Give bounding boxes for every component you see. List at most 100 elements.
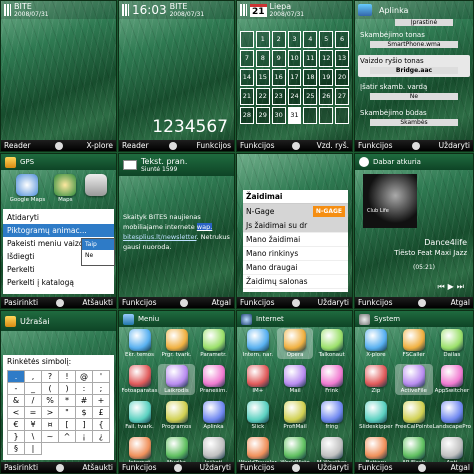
app-appswitcher[interactable]: AppSwitcher — [433, 364, 471, 395]
app-prane-im[interactable]: Pranešim. — [195, 364, 232, 395]
symbol-cell[interactable]: [ — [59, 419, 76, 431]
app-slideskipper[interactable]: Slideskipper — [357, 400, 395, 431]
menu-item[interactable]: Atidaryti — [3, 211, 114, 224]
app-frink[interactable]: Frink — [313, 364, 350, 395]
symbol-cell[interactable]: - — [8, 383, 25, 395]
symbol-cell[interactable]: § — [8, 443, 25, 455]
calendar-day[interactable]: 20 — [335, 69, 349, 86]
setting-item[interactable]: Vaizdo ryšio tonas Bridge.aac — [358, 55, 470, 77]
calendar-day[interactable]: 26 — [319, 88, 334, 105]
calendar-day[interactable]: 29 — [255, 107, 270, 124]
symbol-cell[interactable]: { — [93, 419, 110, 431]
app-aplinka[interactable]: Aplinka — [195, 400, 232, 431]
app-mail[interactable]: Mail — [277, 364, 314, 395]
app-parametr[interactable]: Parametr. — [195, 328, 232, 359]
symbol-cell[interactable]: \ — [25, 431, 42, 443]
calendar-day[interactable]: 9 — [271, 50, 286, 67]
calendar-day[interactable]: 28 — [240, 107, 254, 124]
menu-key-icon[interactable] — [417, 298, 426, 307]
symbol-cell[interactable]: ( — [42, 383, 59, 395]
symbol-cell[interactable]: ] — [76, 419, 93, 431]
setting-item[interactable]: Įšatir skamb. vardą Ne — [358, 81, 470, 103]
symbol-cell[interactable]: * — [59, 395, 76, 407]
right-softkey[interactable]: Vzd. ryš. — [317, 141, 349, 150]
symbol-cell[interactable]: + — [93, 395, 110, 407]
right-softkey[interactable]: Funkcijos — [196, 141, 231, 150]
symbol-cell[interactable]: @ — [76, 371, 93, 383]
left-softkey[interactable]: Funkcijos — [240, 141, 275, 150]
symbol-cell[interactable]: ¡ — [76, 431, 93, 443]
next-icon[interactable]: ⏭ — [457, 282, 467, 291]
app-activefile[interactable]: ActiveFile — [394, 364, 433, 395]
app-freecalpointe[interactable]: FreeCalPointe — [395, 400, 433, 431]
symbol-cell[interactable]: $ — [76, 407, 93, 419]
right-softkey[interactable]: Uždaryti — [439, 141, 470, 150]
cancel-softkey[interactable]: Atšaukti — [82, 463, 113, 472]
app-profimail[interactable]: ProfiMail — [277, 400, 314, 431]
symbol-cell[interactable]: > — [42, 407, 59, 419]
symbol-cell[interactable]: # — [76, 395, 93, 407]
app-opera[interactable]: Opera — [276, 328, 314, 359]
symbol-cell[interactable]: € — [8, 419, 25, 431]
select-softkey[interactable]: Pasirinkti — [4, 463, 38, 472]
menu-item[interactable]: Piktogramų animac... — [3, 224, 114, 237]
message-link[interactable]: wap. — [196, 223, 213, 231]
setting-item[interactable]: Skambėjimo būdas Skambės — [358, 107, 470, 129]
left-softkey[interactable]: Funkcijos — [122, 298, 157, 307]
setting-item[interactable]: Skambėjimo tonas SmartPhone.wma — [358, 29, 470, 51]
app-laikrodis[interactable]: Laikrodis — [158, 364, 195, 395]
calendar-day[interactable]: 12 — [319, 50, 334, 67]
calendar-day[interactable]: 19 — [319, 69, 334, 86]
calendar-day[interactable]: 8 — [255, 50, 270, 67]
calendar-day[interactable]: 30 — [271, 107, 286, 124]
menu-key-icon[interactable] — [54, 141, 63, 150]
left-softkey[interactable]: Funkcijos — [240, 298, 275, 307]
play-icon[interactable]: ▶ — [448, 282, 457, 291]
menu-key-icon[interactable] — [417, 463, 426, 472]
right-softkey[interactable]: Uždaryti — [318, 298, 349, 307]
app-intern-nar[interactable]: Intern. nar. — [239, 328, 277, 359]
calendar-day[interactable]: 6 — [335, 31, 349, 48]
right-softkey[interactable]: Uždaryti — [318, 463, 349, 472]
game-item[interactable]: Js žaidimai su dr — [243, 219, 348, 233]
menu-key-icon[interactable] — [168, 141, 177, 150]
app-im[interactable]: IM+ — [239, 364, 277, 395]
game-item[interactable]: Mano draugai — [243, 261, 348, 275]
symbol-cell[interactable]: | — [25, 443, 42, 455]
symbol-cell[interactable]: . — [8, 371, 25, 383]
app-other[interactable] — [85, 174, 108, 203]
game-item[interactable]: Mano žaidimai — [243, 233, 348, 247]
menu-item[interactable]: Perkelti į katalogą — [3, 276, 114, 289]
calendar-day[interactable]: 3 — [287, 31, 302, 48]
menu-key-icon[interactable] — [292, 463, 301, 472]
calendar-day[interactable]: 5 — [319, 31, 334, 48]
left-softkey[interactable]: Funkcijos — [122, 463, 157, 472]
calendar-day[interactable]: 2 — [271, 31, 286, 48]
symbol-cell[interactable]: " — [59, 407, 76, 419]
app-slick[interactable]: Slick — [239, 400, 277, 431]
calendar-day[interactable]: 21 — [240, 88, 254, 105]
right-softkey[interactable]: X-plore — [87, 141, 113, 150]
menu-key-icon[interactable] — [174, 463, 183, 472]
app-landscapepro[interactable]: LandscapePro — [433, 400, 471, 431]
game-item[interactable]: Žaidimų salonas — [243, 275, 348, 289]
symbol-cell[interactable]: ^ — [59, 431, 76, 443]
left-softkey[interactable]: Funkcijos — [358, 463, 393, 472]
calendar-day[interactable]: 17 — [287, 69, 302, 86]
right-softkey[interactable]: Atgal — [451, 298, 470, 307]
left-softkey[interactable]: Funkcijos — [240, 463, 275, 472]
select-softkey[interactable]: Pasirinkti — [4, 298, 38, 307]
left-softkey[interactable]: Reader — [122, 141, 149, 150]
symbol-cell[interactable]: £ — [93, 407, 110, 419]
right-softkey[interactable]: Atgal — [451, 463, 470, 472]
app-talkonaut[interactable]: Talkonaut — [313, 328, 350, 359]
symbol-cell[interactable]: / — [25, 395, 42, 407]
calendar-day[interactable]: 22 — [255, 88, 270, 105]
calendar-day[interactable]: 27 — [335, 88, 349, 105]
symbol-cell[interactable]: ! — [59, 371, 76, 383]
symbol-cell[interactable]: : — [76, 383, 93, 395]
calendar-day[interactable]: 10 — [287, 50, 302, 67]
ngage-item[interactable]: N-Gage N-GAGE — [243, 204, 348, 219]
menu-key-icon[interactable] — [411, 141, 420, 150]
symbol-cell[interactable]: ; — [93, 383, 110, 395]
